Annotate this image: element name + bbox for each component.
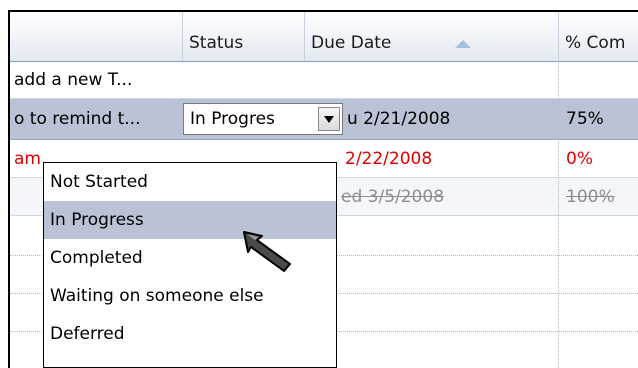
column-header-percent-label: % Com xyxy=(565,33,626,53)
status-option-deferred[interactable]: Deferred xyxy=(44,315,336,353)
task-subject[interactable]: o to remind t... xyxy=(10,99,182,139)
task-due-date[interactable]: 2/22/2008 xyxy=(337,140,558,177)
sort-ascending-icon xyxy=(455,40,471,48)
column-header-percent-complete[interactable]: % Com xyxy=(558,12,638,61)
column-header-status-label: Status xyxy=(189,33,244,53)
grid-line xyxy=(558,61,559,368)
chevron-down-icon xyxy=(324,116,334,123)
status-combobox-value: In Progres xyxy=(190,109,275,129)
task-percent-complete[interactable]: 75% xyxy=(558,99,638,139)
table-row-selected[interactable]: o to remind t... In Progres u 2/21/2008 … xyxy=(10,99,638,140)
status-option-not-started[interactable]: Not Started xyxy=(44,163,336,201)
status-dropdown-button[interactable] xyxy=(318,107,340,131)
column-header-due-date-label: Due Date xyxy=(311,33,392,53)
column-header-subject[interactable] xyxy=(10,12,182,61)
task-list-view: Status Due Date % Com add a new T... o t… xyxy=(8,10,638,368)
column-header-status[interactable]: Status xyxy=(182,12,304,61)
mouse-pointer-icon xyxy=(243,231,291,272)
task-due-date[interactable]: ed 3/5/2008 xyxy=(337,178,558,215)
task-percent-complete[interactable]: 0% xyxy=(558,140,638,177)
task-due-date[interactable]: u 2/21/2008 xyxy=(343,99,558,139)
column-header-due-date[interactable]: Due Date xyxy=(304,12,558,61)
status-combobox[interactable]: In Progres xyxy=(183,103,343,135)
task-percent-complete[interactable]: 100% xyxy=(558,178,638,215)
new-task-input[interactable]: add a new T... xyxy=(10,61,610,98)
column-header-bar: Status Due Date % Com xyxy=(10,12,638,62)
new-task-row[interactable]: add a new T... xyxy=(10,61,638,99)
status-option-waiting[interactable]: Waiting on someone else xyxy=(44,277,336,315)
